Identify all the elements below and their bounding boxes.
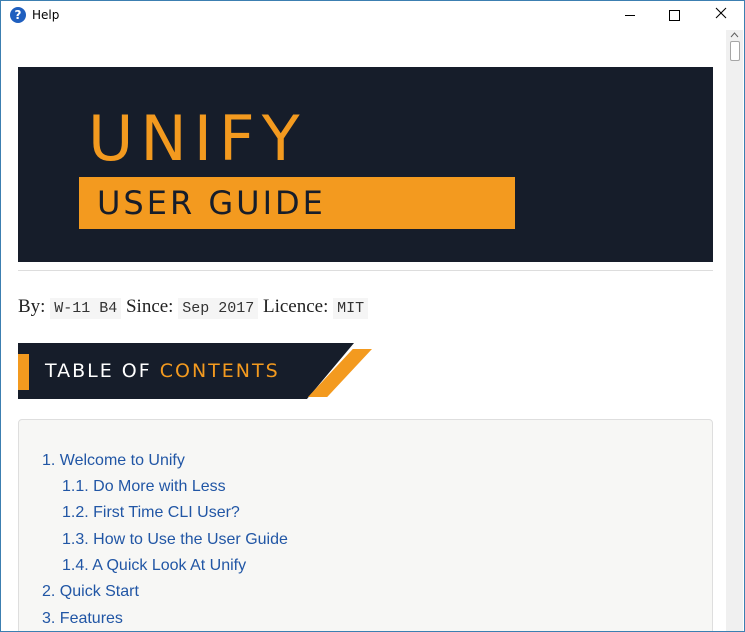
close-icon [715,7,727,19]
since-value: Sep 2017 [178,298,259,319]
title-bar[interactable]: ? Help [1,1,744,30]
divider [18,270,713,271]
toc-banner-text: TABLE OF CONTENTS [45,359,280,383]
since-label: Since: [125,296,174,317]
licence-label: Licence: [262,296,329,317]
by-value: W-11 B4 [50,298,122,319]
help-content[interactable]: UNIFY USER GUIDE By: W-11 B4 Since: Sep … [1,30,726,631]
licence-value: MIT [333,298,369,319]
minimize-icon [625,15,635,16]
toc-link-how-to-use[interactable]: 1.3. How to Use the User Guide [62,530,288,550]
maximize-button[interactable] [652,1,698,30]
minimize-button[interactable] [607,1,653,30]
maximize-icon [669,10,680,21]
by-label: By: [18,296,46,317]
banner-subtitle-bar: USER GUIDE [79,177,515,229]
scroll-up-arrow-icon[interactable] [726,30,743,40]
scroll-thumb[interactable] [730,41,740,61]
toc-banner-text-accent: CONTENTS [159,360,280,382]
toc-link-welcome[interactable]: 1. Welcome to Unify [42,451,185,471]
document-byline: By: W-11 B4 Since: Sep 2017 Licence: MIT [18,296,369,319]
toc-link-do-more[interactable]: 1.1. Do More with Less [62,477,226,497]
window-title: Help [32,8,60,22]
toc-link-quick-start[interactable]: 2. Quick Start [42,582,139,602]
banner-subtitle: USER GUIDE [97,184,326,222]
table-of-contents-banner: TABLE OF CONTENTS [18,343,378,399]
toc-link-quick-look[interactable]: 1.4. A Quick Look At Unify [62,556,246,576]
help-icon: ? [10,7,26,23]
table-of-contents: 1. Welcome to Unify 1.1. Do More with Le… [18,419,713,631]
toc-banner-left-accent [18,354,29,390]
close-button[interactable] [698,1,744,30]
user-guide-banner: UNIFY USER GUIDE [18,67,713,262]
help-window: ? Help UNIFY USER GUIDE By: W-11 B4 Sinc… [0,0,745,632]
toc-banner-text-white: TABLE OF [45,360,160,382]
toc-link-first-time-cli[interactable]: 1.2. First Time CLI User? [62,503,240,523]
vertical-scrollbar[interactable] [726,30,743,631]
banner-title: UNIFY [88,102,307,175]
toc-link-features[interactable]: 3. Features [42,609,123,629]
